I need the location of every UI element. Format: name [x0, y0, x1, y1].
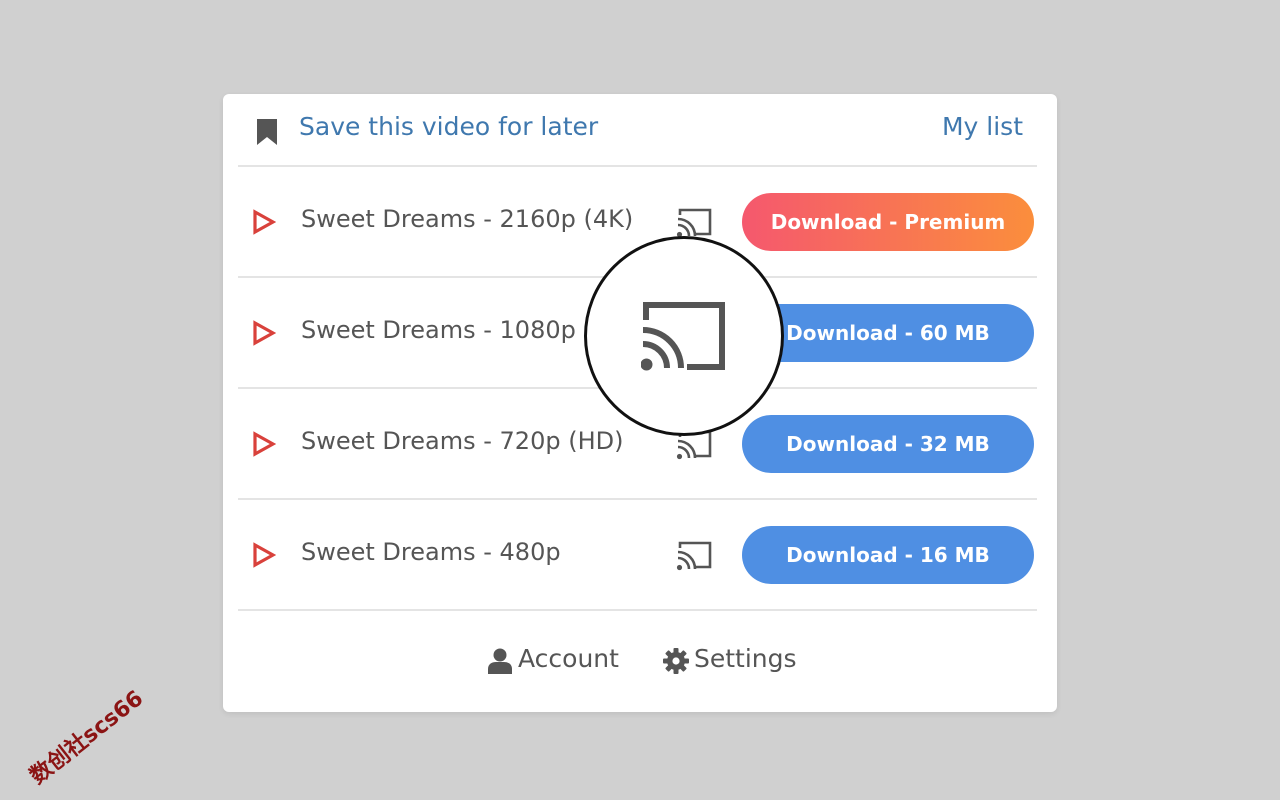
play-icon[interactable] [252, 542, 276, 568]
cast-icon[interactable] [676, 539, 714, 571]
video-title: Sweet Dreams - 2160p (4K) [301, 205, 634, 233]
gear-icon [663, 648, 689, 674]
download-60mb-button[interactable]: Download - 60 MB [742, 304, 1034, 362]
bookmark-icon [257, 119, 277, 145]
play-icon[interactable] [252, 320, 276, 346]
save-for-later-link[interactable]: Save this video for later [299, 112, 598, 141]
download-32mb-button[interactable]: Download - 32 MB [742, 415, 1034, 473]
play-icon[interactable] [252, 431, 276, 457]
header: Save this video for later My list [238, 94, 1037, 167]
video-row-480p: Sweet Dreams - 480p Download - 16 MB [238, 500, 1037, 611]
watermark-text: 数创社scs66 [25, 686, 149, 790]
my-list-link[interactable]: My list [942, 112, 1023, 141]
download-16mb-button[interactable]: Download - 16 MB [742, 526, 1034, 584]
cast-magnifier [584, 236, 784, 436]
settings-link[interactable]: Settings [663, 644, 803, 680]
video-title: Sweet Dreams - 480p [301, 538, 561, 566]
user-icon [488, 648, 512, 674]
cast-icon[interactable] [676, 206, 714, 238]
download-premium-button[interactable]: Download - Premium [742, 193, 1034, 251]
play-icon[interactable] [252, 209, 276, 235]
account-link[interactable]: Account [488, 644, 623, 680]
video-title: Sweet Dreams - 1080p [301, 316, 576, 344]
account-label: Account [518, 644, 619, 673]
cast-icon-large [641, 302, 725, 371]
footer: Account Settings [223, 624, 1057, 702]
video-title: Sweet Dreams - 720p (HD) [301, 427, 624, 455]
settings-label: Settings [694, 644, 797, 673]
